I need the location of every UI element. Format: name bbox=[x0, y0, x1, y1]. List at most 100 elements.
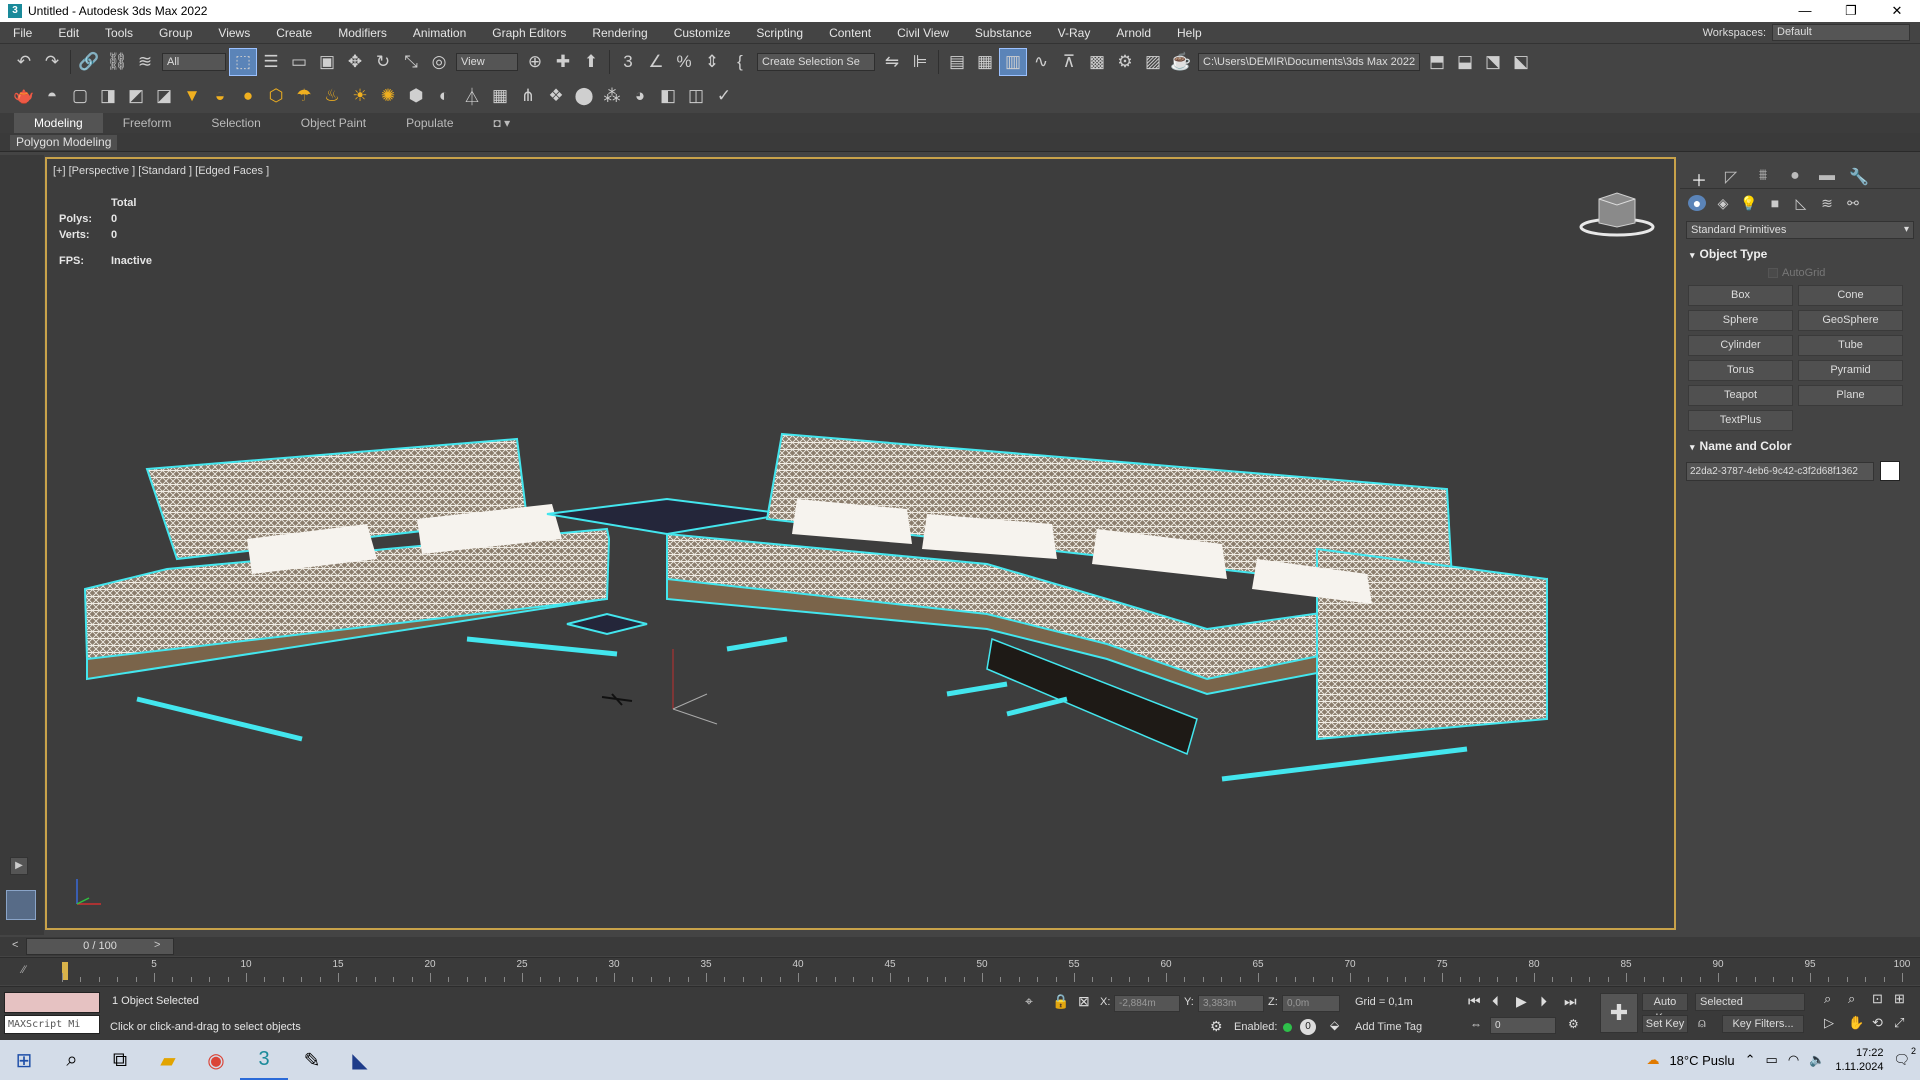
expand-layout-icon[interactable]: ▶ bbox=[10, 857, 28, 875]
tab-modeling[interactable]: Modeling bbox=[14, 113, 103, 133]
add-time-tag[interactable]: Add Time Tag bbox=[1355, 1021, 1422, 1033]
menu-create[interactable]: Create bbox=[263, 26, 325, 40]
menu-scripting[interactable]: Scripting bbox=[743, 26, 816, 40]
plane-button[interactable]: Plane bbox=[1798, 385, 1903, 406]
menu-civil-view[interactable]: Civil View bbox=[884, 26, 962, 40]
menu-tools[interactable]: Tools bbox=[92, 26, 146, 40]
zoom-extents-icon[interactable]: ⊡ bbox=[1872, 991, 1883, 1007]
named-selection-sets-dropdown[interactable]: Create Selection Se bbox=[757, 52, 875, 71]
field-of-view-icon[interactable]: ▷ bbox=[1824, 1015, 1834, 1031]
previous-key-icon[interactable]: ⏴ bbox=[1492, 993, 1499, 1010]
select-by-name-icon[interactable]: ☰ bbox=[257, 48, 285, 76]
toggle-ribbon-icon[interactable]: ▥ bbox=[999, 47, 1027, 76]
auto-key-button[interactable]: Auto Key bbox=[1642, 993, 1688, 1024]
project-save-icon[interactable]: ⬔ bbox=[1479, 48, 1507, 76]
maxscript-listener-field[interactable] bbox=[4, 992, 100, 1013]
vray-ambient-light-icon[interactable]: ♨ bbox=[318, 82, 346, 110]
workspaces-dropdown[interactable]: Default bbox=[1772, 24, 1910, 41]
windows-start-icon[interactable]: ⊞ bbox=[0, 1040, 48, 1080]
tab-populate[interactable]: Populate bbox=[386, 113, 473, 133]
pan-icon[interactable]: ✋ bbox=[1848, 1015, 1864, 1031]
keyboard-shortcut-override-icon[interactable]: ⬆ bbox=[577, 48, 605, 76]
polygon-modeling-panel[interactable]: Polygon Modeling bbox=[10, 135, 118, 150]
menu-arnold[interactable]: Arnold bbox=[1103, 26, 1164, 40]
key-mode-toggle-icon[interactable]: ⇔ bbox=[1470, 1017, 1482, 1031]
undo-icon[interactable]: ↶ bbox=[10, 48, 38, 76]
file-explorer-icon[interactable]: ▰ bbox=[144, 1040, 192, 1080]
vray-fur-icon[interactable]: ⏃ bbox=[458, 82, 486, 110]
vray-sun-icon[interactable]: ☀ bbox=[346, 82, 374, 110]
autogrid-checkbox[interactable]: AutoGrid bbox=[1768, 267, 1920, 279]
render-production-icon[interactable]: ☕ bbox=[1167, 48, 1195, 76]
orbit-icon[interactable]: ⟲ bbox=[1872, 1015, 1883, 1031]
adaptive-degradation-icon[interactable]: ⚙ bbox=[1210, 1018, 1223, 1035]
menu-vray[interactable]: V-Ray bbox=[1045, 26, 1104, 40]
reference-coordinate-dropdown[interactable]: View bbox=[456, 52, 518, 71]
layer-explorer-icon[interactable]: ▦ bbox=[971, 48, 999, 76]
time-tag-icon[interactable]: 0 bbox=[1300, 1019, 1316, 1035]
go-to-end-icon[interactable]: ⏭ bbox=[1564, 993, 1577, 1010]
project-folder-icon[interactable]: ⬕ bbox=[1507, 48, 1535, 76]
zoom-icon[interactable]: ⌕ bbox=[1824, 991, 1831, 1007]
vray-converter-icon[interactable]: ◧ bbox=[654, 82, 682, 110]
menu-graph-editors[interactable]: Graph Editors bbox=[479, 26, 579, 40]
mirror-icon[interactable]: ⇋ bbox=[878, 48, 906, 76]
notepad-icon[interactable]: ✎ bbox=[288, 1040, 336, 1080]
set-keys-icon[interactable]: ✚ bbox=[1600, 993, 1638, 1033]
isolate-selection-icon[interactable]: ⌖ bbox=[1025, 993, 1033, 1010]
edit-named-selection-icon[interactable]: { bbox=[726, 48, 754, 76]
key-filters-button[interactable]: Key Filters... bbox=[1722, 1015, 1804, 1033]
notification-center-icon[interactable]: 🗨 2 bbox=[1893, 1046, 1916, 1068]
schematic-view-icon[interactable]: ⊼ bbox=[1055, 48, 1083, 76]
close-button[interactable]: ✕ bbox=[1874, 3, 1920, 19]
lights-category-icon[interactable]: 💡 bbox=[1740, 195, 1758, 211]
spacewarps-category-icon[interactable]: ≋ bbox=[1818, 195, 1836, 211]
z-coordinate-field[interactable]: 0,0m bbox=[1282, 995, 1340, 1012]
hierarchy-tab-icon[interactable]: ⩩ bbox=[1752, 167, 1774, 184]
utilities-tab-icon[interactable]: 🔧 bbox=[1848, 167, 1870, 186]
key-selection-dropdown[interactable]: Selected bbox=[1695, 993, 1805, 1011]
vray-frame-buffer-icon[interactable]: ◪ bbox=[150, 82, 178, 110]
snaps-toggle-icon[interactable]: 3 bbox=[614, 48, 642, 76]
motion-tab-icon[interactable]: ● bbox=[1784, 167, 1806, 184]
geosphere-button[interactable]: GeoSphere bbox=[1798, 310, 1903, 331]
shapes-category-icon[interactable]: ◈ bbox=[1714, 195, 1732, 211]
pyramid-button[interactable]: Pyramid bbox=[1798, 360, 1903, 381]
maximize-viewport-icon[interactable]: ⤢ bbox=[1894, 1015, 1904, 1031]
project-open-icon[interactable]: ⬒ bbox=[1423, 48, 1451, 76]
object-type-rollout[interactable]: ▾ Object Type bbox=[1686, 245, 1914, 263]
vray-material-icon[interactable]: ⬤ bbox=[570, 82, 598, 110]
play-icon[interactable]: ▶ bbox=[1516, 993, 1527, 1010]
move-icon[interactable]: ✥ bbox=[341, 48, 369, 76]
set-key-button[interactable]: Set Key bbox=[1642, 1015, 1688, 1033]
spinner-snap-icon[interactable]: ⇕ bbox=[698, 48, 726, 76]
battery-icon[interactable]: ▭ bbox=[1766, 1052, 1778, 1068]
go-to-start-icon[interactable]: ⏮ bbox=[1468, 993, 1481, 1010]
menu-modifiers[interactable]: Modifiers bbox=[325, 26, 400, 40]
maxscript-mini-listener[interactable]: MAXScript Mi bbox=[4, 1015, 100, 1034]
menu-animation[interactable]: Animation bbox=[400, 26, 479, 40]
tab-object-paint[interactable]: Object Paint bbox=[281, 113, 386, 133]
sofa-right-section[interactable] bbox=[666, 432, 1548, 782]
menu-edit[interactable]: Edit bbox=[45, 26, 92, 40]
tube-button[interactable]: Tube bbox=[1798, 335, 1903, 356]
weather-text[interactable]: 18°C Puslu bbox=[1669, 1053, 1734, 1068]
teapot-button[interactable]: Teapot bbox=[1688, 385, 1793, 406]
project-create-icon[interactable]: ⬓ bbox=[1451, 48, 1479, 76]
vray-camera-icon[interactable]: ◩ bbox=[122, 82, 150, 110]
system-clock[interactable]: 17:22 1.11.2024 bbox=[1835, 1046, 1883, 1074]
vray-box-icon[interactable]: ▢ bbox=[66, 82, 94, 110]
restore-button[interactable]: ❐ bbox=[1828, 3, 1874, 19]
menu-rendering[interactable]: Rendering bbox=[579, 26, 660, 40]
vray-proxy-icon[interactable]: ◨ bbox=[94, 82, 122, 110]
align-icon[interactable]: ⊫ bbox=[906, 48, 934, 76]
menu-content[interactable]: Content bbox=[816, 26, 884, 40]
vray-light-icon[interactable]: ◓ bbox=[38, 82, 66, 110]
angle-snap-icon[interactable]: ∠ bbox=[642, 48, 670, 76]
vray-palette-icon[interactable]: ◕ bbox=[626, 82, 654, 110]
zoom-extents-all-icon[interactable]: ⊞ bbox=[1894, 991, 1905, 1007]
material-editor-icon[interactable]: ▩ bbox=[1083, 48, 1111, 76]
next-key-icon[interactable]: ⏵ bbox=[1540, 993, 1547, 1010]
vray-cleanup-icon[interactable]: ◫ bbox=[682, 82, 710, 110]
chrome-icon[interactable]: ◉ bbox=[192, 1040, 240, 1080]
